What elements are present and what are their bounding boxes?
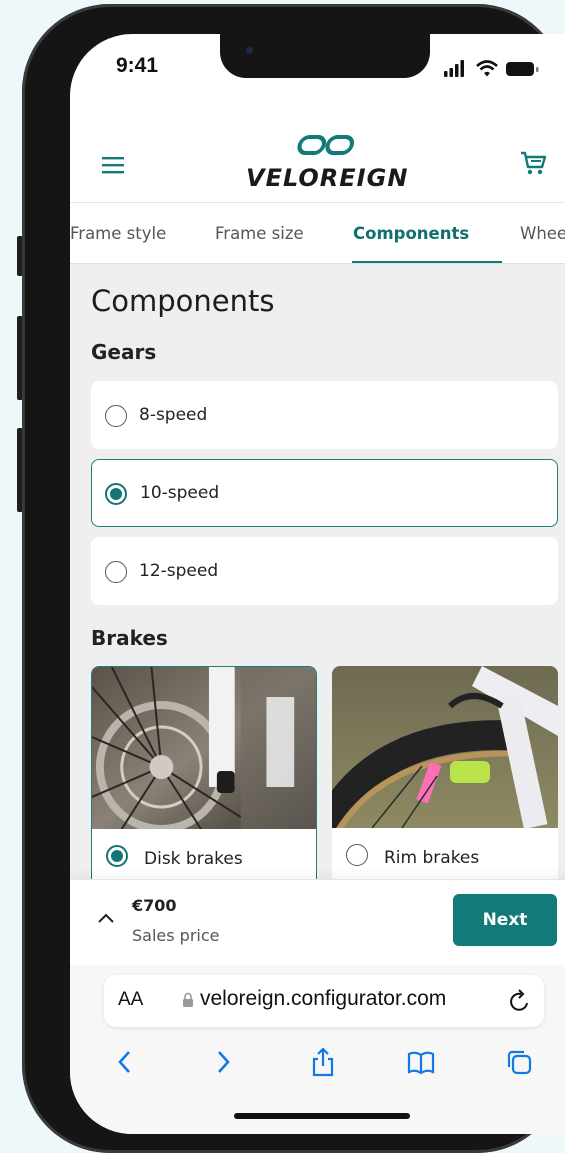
front-camera [246, 47, 253, 54]
tabs-icon[interactable] [504, 1047, 534, 1077]
radio-10-speed[interactable] [105, 483, 127, 505]
radio-12-speed[interactable] [105, 561, 127, 583]
tab-frame-style[interactable]: Frame style [70, 203, 166, 263]
option-label: 12-speed [139, 561, 219, 581]
back-icon[interactable] [110, 1047, 140, 1077]
option-label: 8-speed [139, 405, 208, 425]
notch [220, 34, 430, 78]
status-time: 9:41 [116, 54, 159, 77]
cart-icon[interactable] [518, 148, 548, 178]
app-header: VELOREIGN [70, 104, 565, 202]
brakes-label: Brakes [91, 626, 168, 650]
text-size-button[interactable]: AA [118, 989, 143, 1011]
phone-screen: 9:41 VELOREIGN Frame style Frame size Co… [70, 34, 565, 1134]
brake-option-disk[interactable]: Disk brakes [91, 666, 317, 892]
forward-icon[interactable] [208, 1047, 238, 1077]
option-label: 10-speed [140, 483, 220, 503]
chevron-up-icon[interactable] [96, 910, 116, 924]
gear-option-12-speed[interactable]: 12-speed [91, 537, 558, 605]
next-button[interactable]: Next [453, 894, 557, 946]
config-tabs: Frame style Frame size Components Whee [70, 202, 565, 264]
bookmarks-icon[interactable] [406, 1047, 436, 1077]
lock-icon [182, 992, 194, 1008]
tab-wheels[interactable]: Whee [520, 203, 565, 263]
radio-8-speed[interactable] [105, 405, 127, 427]
address-bar[interactable]: AA veloreign.configurator.com [104, 975, 544, 1027]
reload-icon[interactable] [508, 988, 532, 1014]
status-icons [442, 58, 552, 80]
tab-components[interactable]: Components [353, 203, 469, 263]
home-indicator [234, 1113, 410, 1119]
components-panel: Components Gears 8-speed 10-speed 12-spe… [70, 264, 565, 892]
gear-option-10-speed[interactable]: 10-speed [91, 459, 558, 527]
sales-price-label: Sales price [132, 926, 220, 945]
browser-toolbar: AA veloreign.configurator.com [70, 965, 565, 1134]
chain-logo-icon [297, 135, 355, 155]
gear-option-8-speed[interactable]: 8-speed [91, 381, 558, 449]
tab-frame-size[interactable]: Frame size [215, 203, 304, 263]
disk-brake-image [92, 667, 316, 829]
radio-disk-brakes[interactable] [106, 845, 128, 867]
gears-label: Gears [91, 340, 157, 364]
radio-rim-brakes[interactable] [346, 844, 368, 866]
sales-price: €700 [132, 896, 177, 915]
signal-wifi-battery-icon [444, 60, 539, 77]
phone-frame: 9:41 VELOREIGN Frame style Frame size Co… [22, 4, 565, 1153]
price-summary-bar: €700 Sales price Next [70, 879, 565, 965]
hamburger-menu-icon[interactable] [102, 156, 124, 174]
share-icon[interactable] [308, 1047, 338, 1077]
brand-name: VELOREIGN [246, 164, 409, 192]
brand-logo[interactable]: VELOREIGN [246, 132, 409, 196]
url-text: veloreign.configurator.com [200, 987, 447, 1010]
page-title: Components [91, 284, 275, 318]
brake-option-rim[interactable]: Rim brakes [332, 666, 558, 892]
rim-brake-image [332, 666, 558, 828]
